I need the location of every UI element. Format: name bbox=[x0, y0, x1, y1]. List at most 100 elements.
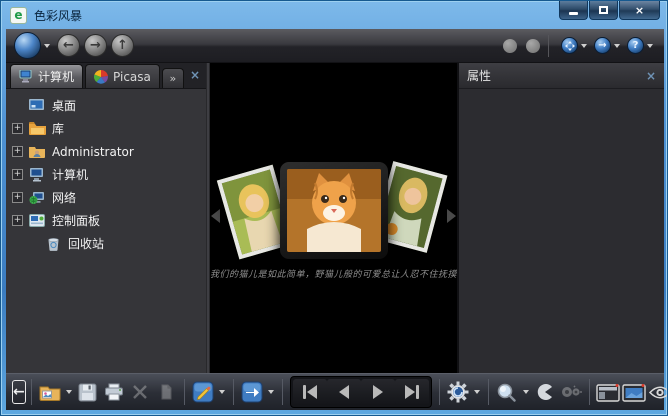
go-arrow-icon: → bbox=[598, 40, 606, 51]
preview-eye-button[interactable] bbox=[647, 379, 668, 405]
next-icon bbox=[373, 385, 383, 399]
zoom-button[interactable] bbox=[494, 379, 520, 405]
go-button[interactable]: → bbox=[594, 37, 611, 54]
up-arrow-icon: ↑ bbox=[117, 38, 128, 53]
send-to-button[interactable] bbox=[239, 379, 265, 405]
send-to-icon bbox=[241, 381, 263, 403]
up-button[interactable]: ↑ bbox=[111, 34, 134, 57]
layout-viewer-button[interactable] bbox=[621, 379, 647, 405]
options-gear-icon bbox=[447, 381, 469, 403]
options-button[interactable] bbox=[445, 379, 471, 405]
go-caret-icon[interactable] bbox=[614, 44, 620, 48]
help-icon: ? bbox=[633, 40, 639, 51]
last-icon bbox=[405, 385, 415, 399]
first-icon bbox=[307, 385, 317, 399]
properties-body bbox=[459, 89, 664, 373]
eye-icon bbox=[648, 384, 668, 401]
options-caret-icon[interactable] bbox=[474, 390, 480, 394]
close-button[interactable]: × bbox=[619, 1, 660, 20]
rotate-button[interactable] bbox=[532, 379, 558, 405]
carousel-previous-icon[interactable] bbox=[211, 209, 220, 223]
rotate-icon bbox=[536, 383, 554, 401]
forward-button[interactable]: → bbox=[84, 34, 107, 57]
computer-tab-icon bbox=[19, 70, 33, 83]
save-button[interactable] bbox=[75, 379, 101, 405]
expand-icon[interactable]: + bbox=[12, 169, 23, 180]
previous-icon bbox=[339, 385, 349, 399]
bottom-toolbar: ← bbox=[6, 373, 664, 410]
photo-current[interactable] bbox=[287, 169, 381, 252]
tree-item-control-panel[interactable]: + 控制面板 bbox=[12, 209, 206, 232]
toggle-b-button[interactable] bbox=[526, 39, 540, 53]
first-image-button[interactable] bbox=[293, 379, 327, 405]
control-panel-icon bbox=[28, 213, 46, 229]
help-button[interactable]: ? bbox=[627, 37, 644, 54]
tab-overflow-button[interactable]: » bbox=[162, 68, 184, 88]
previous-image-button[interactable] bbox=[327, 379, 361, 405]
print-icon bbox=[104, 383, 124, 401]
app-menu-caret-icon[interactable] bbox=[44, 44, 50, 48]
pan-arrows-icon bbox=[565, 41, 575, 51]
tree-label: 库 bbox=[52, 120, 64, 137]
photo-current-frame[interactable] bbox=[280, 162, 388, 259]
tools-button[interactable] bbox=[558, 379, 584, 405]
back-button[interactable]: ← bbox=[57, 34, 80, 57]
tree-label: 回收站 bbox=[68, 235, 104, 252]
zoom-caret-icon[interactable] bbox=[523, 390, 529, 394]
send-to-caret-icon[interactable] bbox=[268, 390, 274, 394]
maximize-icon bbox=[599, 6, 608, 14]
tree-item-recycle-bin[interactable]: 回收站 bbox=[12, 232, 206, 255]
pan-arrows-button[interactable] bbox=[561, 37, 578, 54]
tree-label: 控制面板 bbox=[52, 212, 100, 229]
left-panel-tabs: 计算机 Picasa » × bbox=[6, 63, 206, 89]
window-title: 色彩风暴 bbox=[34, 7, 82, 24]
network-icon bbox=[28, 190, 46, 206]
properties-close-button[interactable]: × bbox=[646, 69, 656, 83]
edit-pencil-icon bbox=[192, 381, 214, 403]
minimize-button[interactable] bbox=[559, 1, 588, 20]
image-viewer[interactable]: 我们的猫儿是如此简单，野猫儿般的可爱总让人忍不住抚摸 bbox=[210, 63, 457, 373]
edit-button[interactable] bbox=[190, 379, 216, 405]
help-caret-icon[interactable] bbox=[647, 44, 653, 48]
toolbar-separator bbox=[548, 35, 549, 57]
carousel-next-icon[interactable] bbox=[447, 209, 456, 223]
user-folder-icon bbox=[28, 144, 46, 160]
layout-browser-button[interactable] bbox=[595, 379, 621, 405]
toggle-a-button[interactable] bbox=[503, 39, 517, 53]
zoom-icon bbox=[496, 382, 517, 403]
maximize-button[interactable] bbox=[589, 1, 618, 20]
next-image-button[interactable] bbox=[361, 379, 395, 405]
tree-label: 计算机 bbox=[52, 166, 88, 183]
tab-picasa-label: Picasa bbox=[113, 70, 151, 84]
tree-item-administrator[interactable]: + Administrator bbox=[12, 140, 206, 163]
tab-computer[interactable]: 计算机 bbox=[10, 64, 83, 88]
edit-caret-icon[interactable] bbox=[219, 390, 225, 394]
tree-item-computer[interactable]: + 计算机 bbox=[12, 163, 206, 186]
chevrons-icon: » bbox=[170, 72, 177, 85]
open-folder-caret-icon[interactable] bbox=[66, 390, 72, 394]
library-folder-icon bbox=[28, 121, 46, 137]
app-menu-button[interactable] bbox=[14, 32, 41, 59]
left-panel-close-button[interactable]: × bbox=[190, 68, 200, 82]
picasa-icon bbox=[94, 70, 108, 84]
print-button[interactable] bbox=[101, 379, 127, 405]
expand-icon[interactable]: + bbox=[12, 123, 23, 134]
folder-tree: 桌面 + 库 + Administrator bbox=[6, 89, 206, 373]
delete-button[interactable] bbox=[127, 379, 153, 405]
expand-icon[interactable]: + bbox=[12, 192, 23, 203]
tree-item-network[interactable]: + 网络 bbox=[12, 186, 206, 209]
tab-picasa[interactable]: Picasa bbox=[85, 64, 160, 88]
rename-button[interactable] bbox=[153, 379, 179, 405]
open-folder-button[interactable] bbox=[37, 379, 63, 405]
expand-icon[interactable]: + bbox=[12, 215, 23, 226]
browse-back-button[interactable]: ← bbox=[12, 380, 26, 404]
top-toolbar: ← → ↑ → ? bbox=[6, 29, 664, 63]
properties-header: 属性 × bbox=[459, 63, 664, 89]
pan-caret-icon[interactable] bbox=[581, 44, 587, 48]
computer-icon bbox=[28, 167, 46, 183]
tree-item-libraries[interactable]: + 库 bbox=[12, 117, 206, 140]
expand-icon[interactable]: + bbox=[12, 146, 23, 157]
last-image-button[interactable] bbox=[395, 379, 429, 405]
tools-gears-icon bbox=[560, 383, 582, 401]
tree-item-desktop[interactable]: 桌面 bbox=[12, 94, 206, 117]
